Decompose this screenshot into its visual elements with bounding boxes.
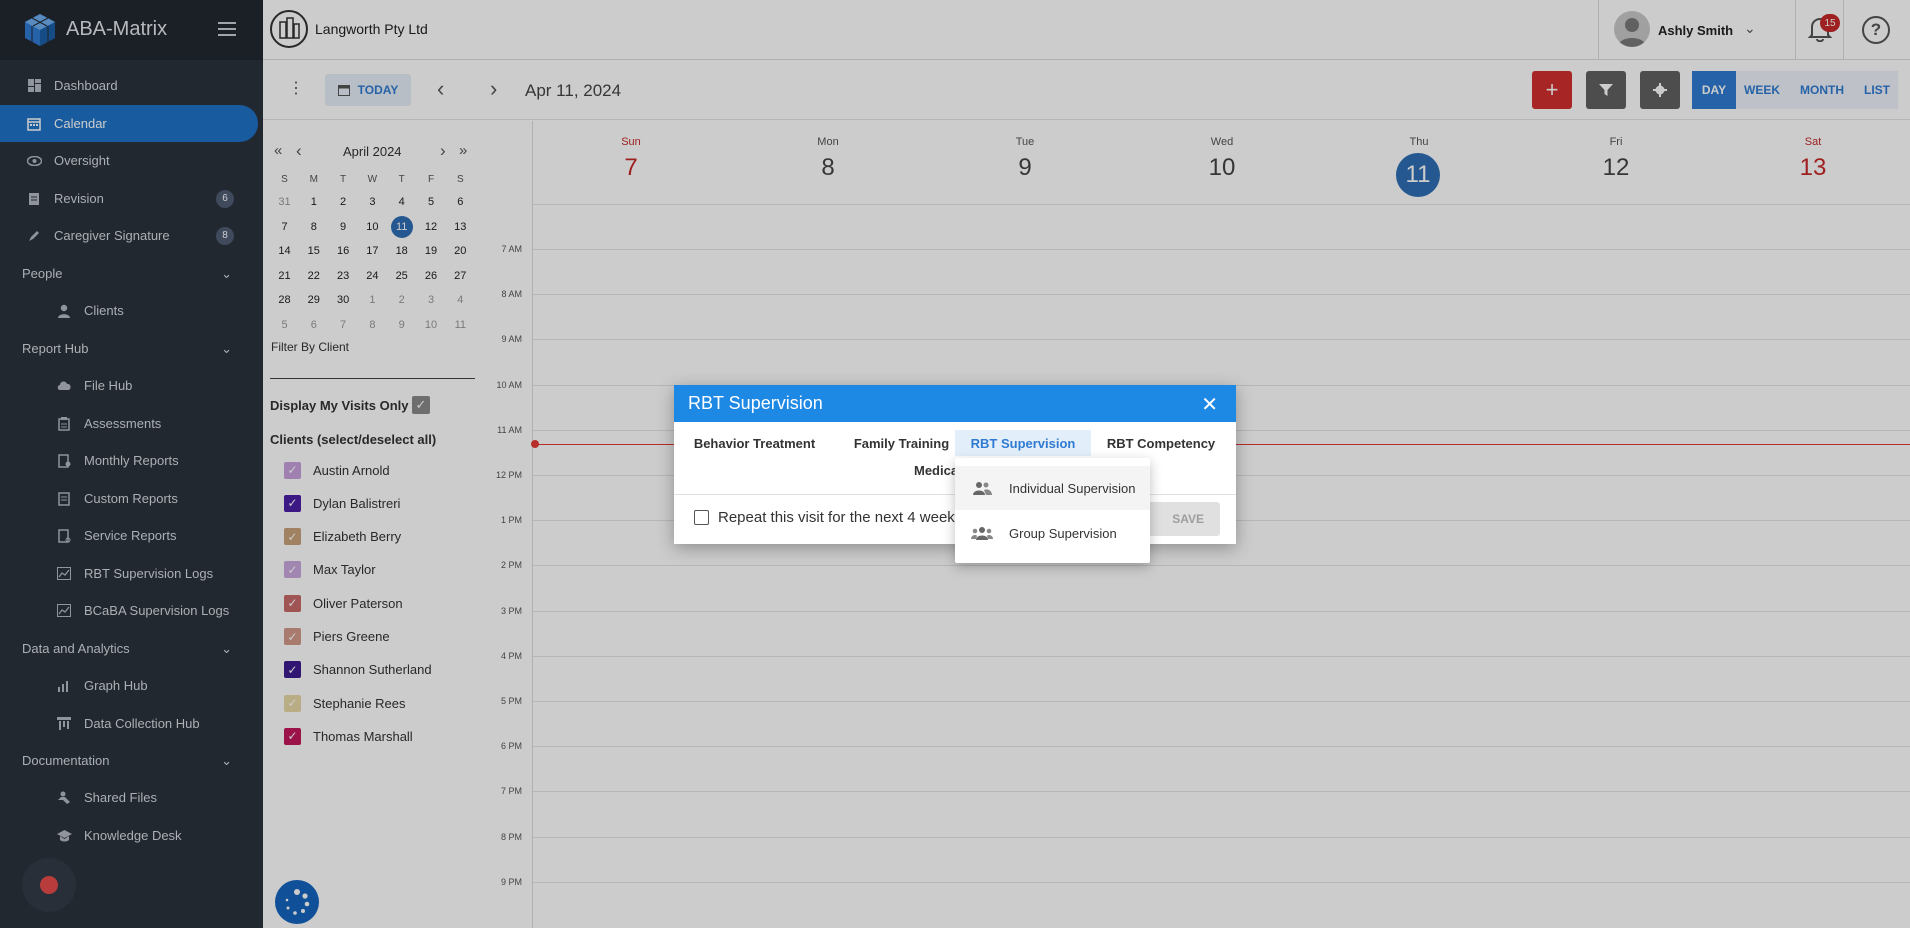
tab-family-training[interactable]: Family Training (834, 430, 969, 456)
save-label: SAVE (1172, 512, 1204, 526)
save-button[interactable]: SAVE (1137, 502, 1220, 536)
repeat-label: Repeat this visit for the next 4 weeks (718, 509, 963, 526)
tab-behavior-treatment[interactable]: Behavior Treatment (682, 430, 827, 456)
menu-item-label: Group Supervision (1009, 525, 1117, 541)
modal-title: RBT Supervision (688, 393, 823, 413)
repeat-checkbox[interactable] (694, 510, 709, 525)
supervision-type-menu: Individual Supervision Group Supervision (955, 458, 1150, 563)
menu-item-group-supervision[interactable]: Group Supervision (955, 511, 1150, 555)
tab-rbt-competency[interactable]: RBT Competency (1096, 430, 1226, 456)
two-users-icon (971, 481, 993, 495)
menu-item-label: Individual Supervision (1009, 480, 1136, 496)
menu-item-individual-supervision[interactable]: Individual Supervision (955, 466, 1150, 510)
repeat-visit-option[interactable]: Repeat this visit for the next 4 weeks (694, 509, 962, 526)
close-icon[interactable]: ✕ (1201, 392, 1218, 417)
group-icon (971, 526, 993, 540)
modal-header: RBT Supervision ✕ (674, 385, 1236, 422)
tab-rbt-supervision[interactable]: RBT Supervision (955, 430, 1091, 456)
